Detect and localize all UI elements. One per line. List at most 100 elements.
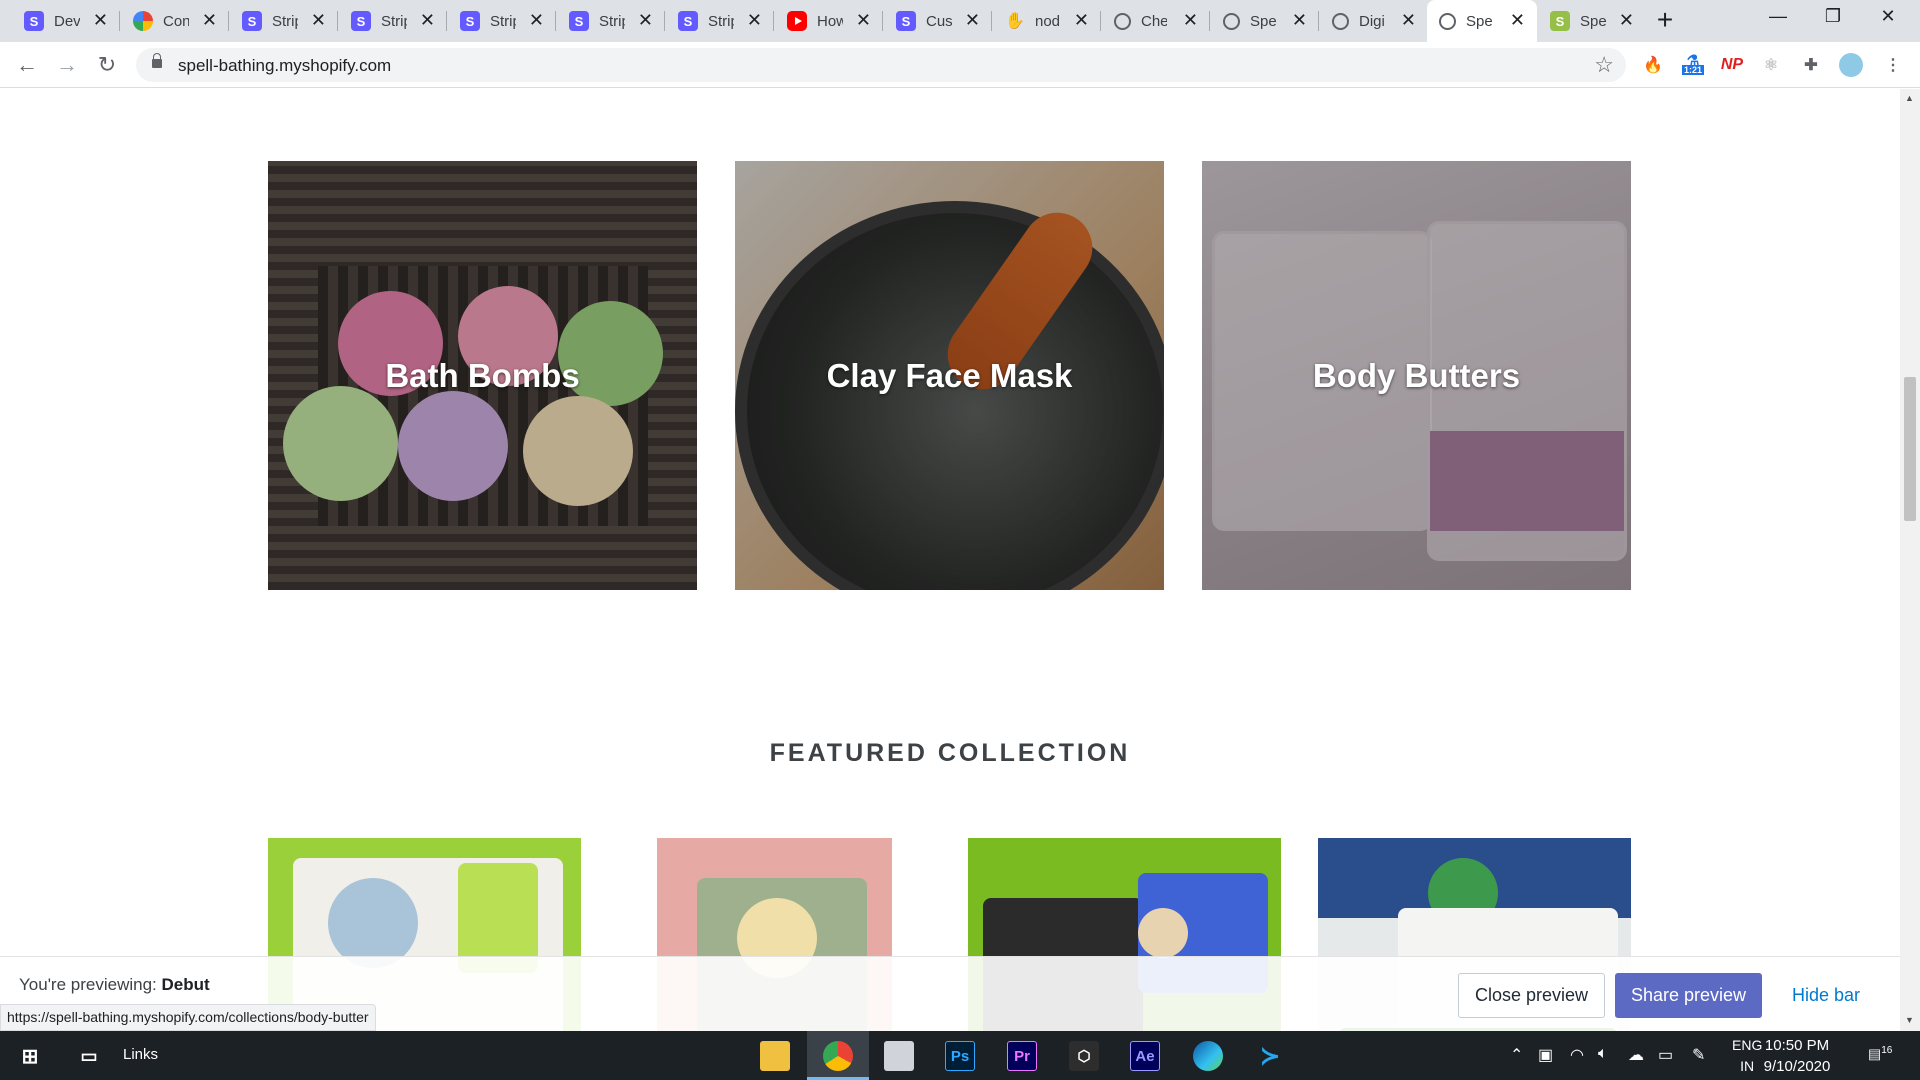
app-icon[interactable]: ⬡ [1069, 1041, 1099, 1071]
vscode-icon[interactable]: ≻ [1255, 1041, 1285, 1071]
address-bar[interactable]: spell-bathing.myshopify.com ☆ [136, 48, 1626, 82]
close-icon[interactable]: ✕ [1183, 10, 1198, 31]
close-icon[interactable]: ✕ [93, 10, 108, 31]
pen-icon[interactable]: ✎ [1692, 1045, 1705, 1065]
stripe-icon: S [569, 11, 589, 31]
youtube-icon [787, 11, 807, 31]
tab-label: Cont [163, 12, 189, 30]
fire-extension-icon[interactable]: 🔥 [1640, 52, 1666, 78]
tab[interactable]: Spel ✕ [1211, 0, 1319, 42]
volume-icon[interactable]: 🔈︎ [1598, 1045, 1608, 1063]
edge-icon[interactable] [1193, 1041, 1223, 1071]
tab-label: Strip [381, 12, 407, 30]
address-url[interactable]: spell-bathing.myshopify.com [178, 56, 391, 76]
share-preview-button[interactable]: Share preview [1615, 973, 1762, 1018]
photoshop-icon[interactable]: Ps [945, 1041, 975, 1071]
tab-label: Devi [54, 12, 80, 30]
task-view-icon[interactable]: ▭ [74, 1041, 104, 1071]
wifi-icon[interactable]: ◠ [1570, 1045, 1584, 1065]
timer-extension-badge: 1:21 [1681, 65, 1704, 75]
close-icon[interactable]: ✕ [1510, 10, 1525, 31]
hide-bar-link[interactable]: Hide bar [1792, 985, 1860, 1006]
collection-card-clay-face-mask[interactable]: Clay Face Mask [735, 161, 1164, 590]
close-preview-button[interactable]: Close preview [1458, 973, 1605, 1018]
close-icon[interactable]: ✕ [638, 10, 653, 31]
collection-card-body-butters[interactable]: Body Butters [1202, 161, 1631, 590]
link-status-url: https://spell-bathing.myshopify.com/coll… [0, 1004, 376, 1031]
notifications-icon[interactable]: ▤16 [1868, 1045, 1892, 1063]
collection-title: Clay Face Mask [826, 356, 1073, 394]
tray-app-icon[interactable]: ▣ [1538, 1045, 1553, 1065]
reload-icon[interactable]: ↻ [92, 50, 122, 80]
tab[interactable]: S Cust ✕ [884, 0, 992, 42]
globe-icon [1439, 12, 1456, 30]
tab[interactable]: S Devi ✕ [12, 0, 120, 42]
stripe-icon: S [351, 11, 371, 31]
close-icon[interactable]: ✕ [965, 10, 980, 31]
scroll-down-icon[interactable]: ▼ [1905, 1015, 1914, 1025]
tab[interactable]: S Strip ✕ [557, 0, 665, 42]
tab[interactable]: S Strip ✕ [230, 0, 338, 42]
close-icon[interactable]: ✕ [311, 10, 326, 31]
close-icon[interactable]: ✕ [1292, 10, 1307, 31]
tab[interactable]: Cont ✕ [121, 0, 229, 42]
tab-active[interactable]: Spel ✕ [1427, 0, 1537, 42]
stripe-icon: S [24, 11, 44, 31]
scroll-up-icon[interactable]: ▲ [1905, 93, 1914, 103]
tab[interactable]: S Strip ✕ [666, 0, 774, 42]
close-icon[interactable]: ✕ [1074, 10, 1089, 31]
minimize-icon[interactable]: — [1763, 6, 1793, 27]
np-extension-icon[interactable]: NP [1719, 52, 1745, 78]
tab-label: How [817, 12, 843, 30]
react-extension-icon[interactable]: ⚛ [1758, 52, 1784, 78]
avatar[interactable] [1838, 52, 1864, 78]
tab[interactable]: S Spel ✕ [1538, 0, 1646, 42]
tab[interactable]: S Strip ✕ [339, 0, 447, 42]
back-icon[interactable]: ← [12, 50, 42, 80]
close-icon[interactable]: ✕ [1619, 10, 1634, 31]
tab-label: Spel [1466, 12, 1492, 30]
chrome-icon[interactable] [823, 1041, 853, 1071]
tab[interactable]: How ✕ [775, 0, 883, 42]
page-scrollbar[interactable]: ▲ ▼ [1900, 89, 1920, 1031]
new-tab-button[interactable]: + [1650, 6, 1680, 36]
battery-icon[interactable]: ▭ [1658, 1045, 1673, 1065]
system-clock[interactable]: 10:50 PM 9/10/2020 [1752, 1035, 1842, 1077]
bookmark-star-icon[interactable]: ☆ [1594, 52, 1614, 78]
collection-title: Bath Bombs [385, 356, 580, 394]
menu-dots-icon[interactable]: ⋮ [1880, 52, 1906, 78]
stripe-icon: S [242, 11, 262, 31]
close-icon[interactable]: ✕ [747, 10, 762, 31]
tab-label: Digi [1359, 12, 1385, 30]
onedrive-icon[interactable]: ☁ [1628, 1045, 1644, 1065]
forward-icon[interactable]: → [52, 50, 82, 80]
window-close-icon[interactable]: ✕ [1873, 6, 1903, 27]
mail-icon[interactable] [884, 1041, 914, 1071]
tab[interactable]: ✋ nod ✕ [993, 0, 1101, 42]
tab[interactable]: Digi ✕ [1320, 0, 1428, 42]
windows-start-icon[interactable]: ⊞ [15, 1041, 45, 1071]
tab-label: Strip [490, 12, 516, 30]
tab[interactable]: Chec ✕ [1102, 0, 1210, 42]
extensions-puzzle-icon[interactable]: ✚ [1798, 52, 1824, 78]
premiere-icon[interactable]: Pr [1007, 1041, 1037, 1071]
timer-extension-icon[interactable]: ⚗ 1:21 [1680, 52, 1706, 78]
tray-chevron-icon[interactable]: ⌃ [1510, 1045, 1523, 1065]
close-icon[interactable]: ✕ [1401, 10, 1416, 31]
close-icon[interactable]: ✕ [856, 10, 871, 31]
after-effects-icon[interactable]: Ae [1130, 1041, 1160, 1071]
clock-time: 10:50 PM [1764, 1037, 1830, 1054]
tab[interactable]: S Strip ✕ [448, 0, 556, 42]
tab-label: Spel [1580, 12, 1606, 30]
restore-icon[interactable]: ❐ [1818, 6, 1848, 27]
collection-card-bath-bombs[interactable]: Bath Bombs [268, 161, 697, 590]
links-toolbar-label[interactable]: Links [123, 1046, 158, 1063]
tab-label: Cust [926, 12, 952, 30]
colorful-icon [133, 11, 153, 31]
close-icon[interactable]: ✕ [420, 10, 435, 31]
scrollbar-thumb[interactable] [1904, 377, 1916, 521]
file-explorer-icon[interactable] [760, 1041, 790, 1071]
close-icon[interactable]: ✕ [529, 10, 544, 31]
tab-label: Strip [599, 12, 625, 30]
close-icon[interactable]: ✕ [202, 10, 217, 31]
